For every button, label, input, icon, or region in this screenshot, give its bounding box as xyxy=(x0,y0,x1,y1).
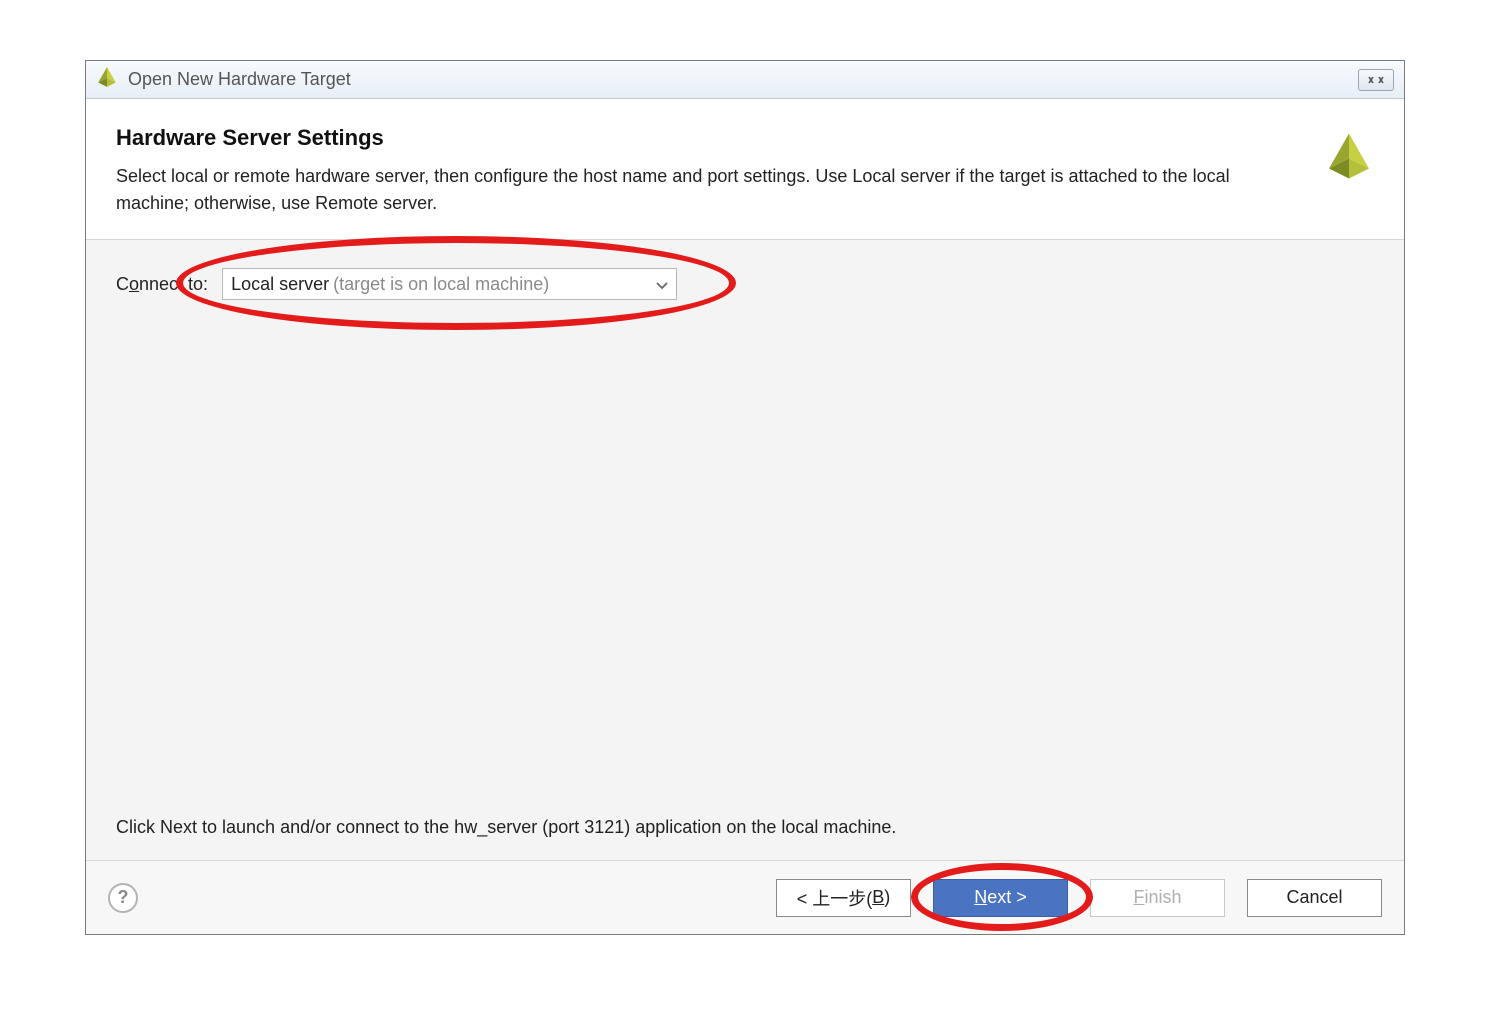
back-button[interactable]: < 上一步(B) xyxy=(776,879,911,917)
next-button-wrapper: Next > xyxy=(933,879,1068,917)
help-icon: ? xyxy=(118,887,129,908)
window-title: Open New Hardware Target xyxy=(128,69,1358,90)
wizard-content: Connect to: Local server (target is on l… xyxy=(86,240,1404,860)
next-label-post: ext > xyxy=(987,887,1027,908)
cancel-label: Cancel xyxy=(1286,887,1342,908)
wizard-header: Hardware Server Settings Select local or… xyxy=(86,99,1404,240)
page-title: Hardware Server Settings xyxy=(116,125,1304,151)
connect-label-accesskey: o xyxy=(129,274,139,294)
connect-label-pre: C xyxy=(116,274,129,294)
finish-button: Finish xyxy=(1090,879,1225,917)
back-label-accesskey: B xyxy=(872,887,884,908)
cancel-button[interactable]: Cancel xyxy=(1247,879,1382,917)
wizard-footer: ? < 上一步(B) Next > Finish Cancel xyxy=(86,860,1404,934)
content-hint: Click Next to launch and/or connect to t… xyxy=(116,817,1374,838)
back-label-post: ) xyxy=(884,887,890,908)
connect-label-post: nnect to: xyxy=(139,274,208,294)
close-icon xyxy=(1367,75,1385,85)
chevron-down-icon xyxy=(656,274,668,295)
connect-to-label: Connect to: xyxy=(116,274,208,295)
wizard-header-text: Hardware Server Settings Select local or… xyxy=(116,125,1304,217)
titlebar: Open New Hardware Target xyxy=(86,61,1404,99)
finish-label-post: inish xyxy=(1144,887,1181,908)
connect-to-value: Local server xyxy=(231,274,329,295)
connect-to-row: Connect to: Local server (target is on l… xyxy=(116,268,1374,300)
next-label-accesskey: N xyxy=(974,887,987,908)
vivado-logo-icon xyxy=(1324,131,1374,186)
connect-to-hint: (target is on local machine) xyxy=(333,274,549,295)
finish-label-accesskey: F xyxy=(1133,887,1144,908)
window-close-button[interactable] xyxy=(1358,69,1394,91)
next-button[interactable]: Next > xyxy=(933,879,1068,917)
connect-to-select[interactable]: Local server (target is on local machine… xyxy=(222,268,677,300)
dialog-window: Open New Hardware Target Hardware Server… xyxy=(85,60,1405,935)
help-button[interactable]: ? xyxy=(108,883,138,913)
vivado-app-icon xyxy=(96,66,118,93)
page-description: Select local or remote hardware server, … xyxy=(116,163,1304,217)
back-label-pre: < 上一步( xyxy=(797,885,873,911)
